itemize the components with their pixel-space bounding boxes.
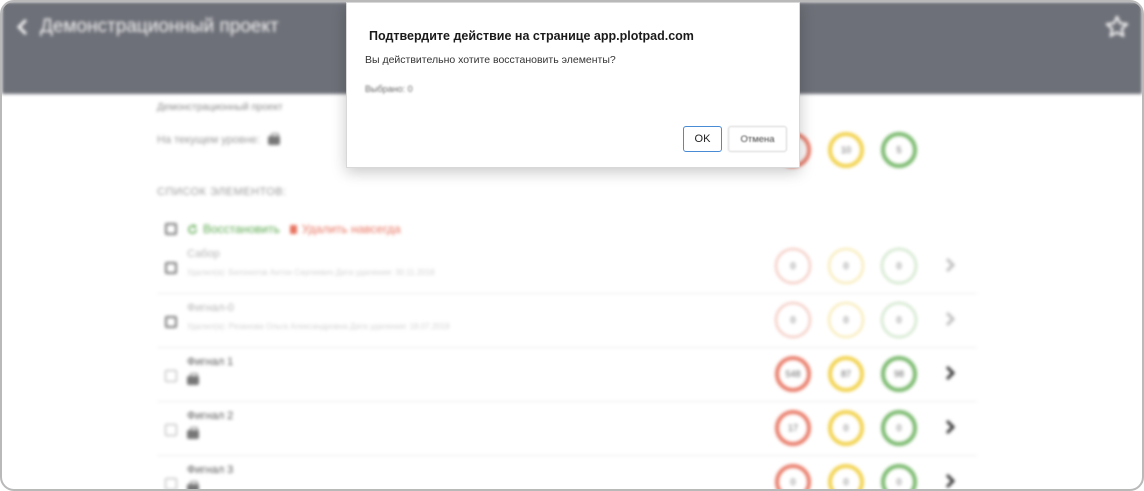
cancel-button[interactable]: Отмена (728, 126, 787, 152)
row-name: Фигнал 3 (187, 464, 234, 476)
badge-yellow: 0 (828, 302, 864, 338)
badge-red: 17 (775, 410, 811, 446)
badge-red: 0 (775, 464, 811, 489)
summary-badge-yellow: 10 (828, 132, 864, 168)
badge-green: 0 (881, 410, 917, 446)
bulk-actions: Восстановить Удалить навсегда (165, 222, 401, 236)
breadcrumb: Демонстрационный проект (157, 102, 283, 113)
row-checkbox[interactable] (165, 262, 177, 274)
window-frame: Демонстрационный проект Демонстрационный… (0, 0, 1144, 491)
list-item[interactable]: Фигнал 1 548 87 98 (157, 348, 977, 402)
list-item[interactable]: Сабор Удалил(а): Белоногов Антон Сергеев… (157, 240, 977, 294)
restore-button[interactable]: Восстановить (187, 222, 280, 236)
row-name: Фигнал 1 (187, 356, 234, 368)
row-checkbox[interactable] (165, 370, 177, 382)
briefcase-icon (187, 427, 199, 439)
chevron-right-icon[interactable] (943, 418, 957, 436)
badge-green: 0 (881, 248, 917, 284)
badge-yellow: 0 (828, 248, 864, 284)
chevron-right-icon[interactable] (943, 472, 957, 490)
badge-red: 0 (775, 302, 811, 338)
confirm-dialog: Подтвердите действие на странице app.plo… (346, 2, 800, 168)
row-name: Фигнал-0 (187, 302, 234, 314)
chevron-left-icon[interactable] (10, 15, 34, 39)
list-item[interactable]: Фигнал-0 Удалил(а): Рязанова Ольга Алекс… (157, 294, 977, 348)
dialog-extra-text: Выбрано: 0 (365, 84, 413, 94)
delete-forever-button[interactable]: Удалить навсегда (289, 222, 401, 236)
select-all-checkbox[interactable] (165, 223, 177, 235)
row-name: Сабор (187, 248, 220, 260)
briefcase-icon (187, 373, 199, 385)
badge-green: 98 (881, 356, 917, 392)
row-checkbox[interactable] (165, 424, 177, 436)
list-item[interactable]: Фигнал 3 0 0 0 (157, 456, 977, 490)
trash-icon (289, 224, 297, 234)
row-checkbox[interactable] (165, 316, 177, 328)
chevron-right-icon[interactable] (943, 310, 957, 328)
star-icon[interactable] (1104, 14, 1130, 40)
badge-red: 548 (775, 356, 811, 392)
delete-label: Удалить навсегда (301, 222, 401, 236)
badge-green: 0 (881, 302, 917, 338)
badge-yellow: 0 (828, 410, 864, 446)
restore-label: Восстановить (203, 222, 280, 236)
chevron-right-icon[interactable] (943, 256, 957, 274)
dialog-title: Подтвердите действие на странице app.plo… (369, 29, 694, 43)
badge-yellow: 87 (828, 356, 864, 392)
row-name: Фигнал 2 (187, 410, 234, 422)
dialog-message: Вы действительно хотите восстановить эле… (365, 54, 616, 66)
current-level: На текущем уровне: (157, 132, 280, 146)
ok-button[interactable]: OK (683, 126, 722, 152)
page-title: Демонстрационный проект (40, 16, 279, 37)
badge-yellow: 0 (828, 464, 864, 489)
row-details: Удалил(а): Рязанова Ольга Александровна … (187, 322, 450, 331)
list-item[interactable]: Фигнал 2 17 0 0 (157, 402, 977, 456)
row-details: Удалил(а): Белоногов Антон Сергеевич Дат… (187, 268, 435, 277)
summary-badge-green: 5 (881, 132, 917, 168)
badge-green: 0 (881, 464, 917, 489)
briefcase-icon (187, 481, 199, 489)
list-heading: СПИСОК ЭЛЕМЕНТОВ: (157, 186, 287, 198)
current-level-label: На текущем уровне: (157, 134, 260, 146)
briefcase-icon (267, 132, 280, 145)
chevron-right-icon[interactable] (943, 364, 957, 382)
refresh-icon (188, 223, 197, 234)
badge-red: 0 (775, 248, 811, 284)
row-checkbox[interactable] (165, 478, 177, 489)
